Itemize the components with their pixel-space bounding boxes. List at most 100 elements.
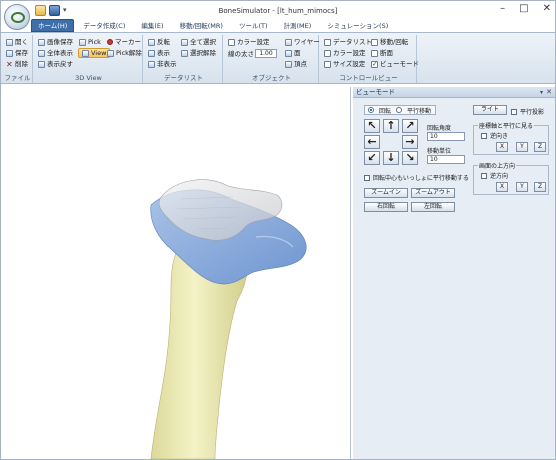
axis-x-button[interactable]: X — [496, 142, 508, 152]
hide-button[interactable]: 非表示 — [148, 59, 177, 69]
tab-measure[interactable]: 計測(ME) — [277, 19, 319, 32]
toggle-color-setting[interactable]: カラー設定 — [324, 48, 366, 58]
rotate-right-button[interactable]: 右回転 — [364, 202, 408, 212]
toggle-datalist[interactable]: データリスト — [324, 37, 372, 47]
pick-release-button[interactable]: Pick解除 — [107, 48, 142, 58]
up-reverse-option[interactable]: 逆方向 — [481, 171, 508, 180]
tab-data-create[interactable]: データ作成(C) — [76, 19, 132, 32]
toggle-view-mode[interactable]: ビューモード — [371, 59, 419, 69]
up-z-button[interactable]: Z — [534, 182, 546, 192]
minimize-button[interactable]: – — [500, 3, 505, 14]
delete-button[interactable]: ✕ 削除 — [6, 59, 28, 69]
save-image-button[interactable]: 画像保存 — [38, 37, 73, 47]
tab-edit[interactable]: 編集(E) — [134, 19, 170, 32]
up-x-button[interactable]: X — [496, 182, 508, 192]
arrow-right-button[interactable]: → — [402, 135, 418, 149]
hide-icon — [148, 60, 155, 68]
color-setting-button[interactable]: カラー設定 — [228, 37, 270, 47]
3d-viewport[interactable] — [1, 87, 351, 459]
group-label-file: ファイル — [4, 74, 31, 82]
panel-pin-icon[interactable]: ▾ — [540, 87, 543, 98]
tab-simulation[interactable]: シミュレーション(S) — [320, 19, 395, 32]
maximize-button[interactable]: □ — [519, 3, 528, 14]
group-control-view: データリスト カラー設定 サイズ設定 移動/回転 断面 ビューモード コントロー… — [321, 35, 419, 83]
toggle-move-rotate[interactable]: 移動/回転 — [371, 37, 408, 47]
ribbon: 開く 保存 ✕ 削除 ファイル 画像保存 全体表示 表示戻す Pick View … — [1, 32, 555, 84]
view-mode-panel: ビューモード ▾ ✕ 回転 平行移動 ↖ ↑ ↗ ← → ↙ ↓ ↘ 回転角度 … — [353, 87, 555, 459]
move-unit-label: 移動単位 — [427, 148, 452, 155]
window-title: BoneSimulator - [lt_hum_mimocs] — [218, 7, 338, 15]
tab-tools[interactable]: ツール(T) — [232, 19, 275, 32]
datalist-checkbox[interactable] — [324, 38, 331, 46]
line-size-input[interactable]: 1.00 — [255, 49, 277, 58]
invert-button[interactable]: 反転 — [148, 37, 170, 47]
show-icon — [148, 49, 155, 57]
section-checkbox[interactable] — [371, 49, 378, 57]
parallel-projection-checkbox[interactable] — [511, 108, 517, 115]
arrow-up-right-button[interactable]: ↗ — [402, 119, 418, 133]
face-button[interactable]: 面 — [285, 48, 301, 58]
rotate-center-option[interactable]: 回転中心もいっしょに平行移動する — [364, 173, 469, 182]
panel-close-icon[interactable]: ✕ — [546, 87, 552, 98]
radio-translate[interactable] — [396, 107, 403, 113]
toggle-size-setting[interactable]: サイズ設定 — [324, 59, 365, 69]
group-label-3d-view: 3D View — [75, 74, 102, 82]
view-icon — [82, 49, 89, 57]
up-reverse-checkbox[interactable] — [481, 172, 487, 179]
zoom-out-button[interactable]: ズームアウト — [411, 188, 455, 198]
title-bar: ▾ BoneSimulator - [lt_hum_mimocs] – □ ✕ — [1, 1, 555, 30]
open-button[interactable]: 開く — [6, 37, 28, 47]
move-unit-input[interactable]: 10 — [427, 155, 465, 164]
screen-up-title: 画面の上方向 — [478, 161, 517, 170]
tab-home[interactable]: ホーム(H) — [31, 19, 75, 32]
up-y-button[interactable]: Y — [516, 182, 528, 192]
show-all-button[interactable]: 全体表示 — [38, 48, 73, 58]
marker-dot-icon — [107, 39, 113, 45]
axis-reverse-checkbox[interactable] — [481, 132, 487, 139]
axis-z-button[interactable]: Z — [534, 142, 546, 152]
axis-parallel-title: 座標軸と平行に見る — [478, 121, 535, 130]
radio-rotate[interactable] — [368, 107, 374, 113]
marker-button[interactable]: マーカー — [107, 37, 141, 47]
zoom-in-button[interactable]: ズームイン — [364, 188, 408, 198]
color-setting-ctl-checkbox[interactable] — [324, 49, 331, 57]
view-mode-checkbox[interactable] — [371, 59, 378, 69]
axis-reverse-option[interactable]: 逆向き — [481, 131, 508, 140]
select-all-button[interactable]: 全て選択 — [181, 37, 216, 47]
restore-view-button[interactable]: 表示戻す — [38, 59, 73, 69]
rotate-angle-label: 回転角度 — [427, 125, 452, 132]
image-icon — [38, 38, 45, 46]
vertex-button[interactable]: 頂点 — [285, 59, 307, 69]
arrow-up-left-button[interactable]: ↖ — [364, 119, 380, 133]
rotate-left-button[interactable]: 左回転 — [411, 202, 455, 212]
app-menu-button[interactable] — [4, 4, 30, 30]
pick-button[interactable]: Pick — [79, 37, 101, 47]
open-icon — [6, 38, 13, 46]
rotate-center-checkbox[interactable] — [364, 174, 370, 181]
wire-button[interactable]: ワイヤー — [285, 37, 320, 47]
arrow-down-left-button[interactable]: ↙ — [364, 151, 380, 165]
size-setting-checkbox[interactable] — [324, 60, 331, 68]
window-controls: – □ ✕ — [500, 3, 551, 14]
ribbon-tabs: ホーム(H) データ作成(C) 編集(E) 移動/回転(MR) ツール(T) 計… — [31, 19, 395, 32]
view-button[interactable]: View — [78, 48, 111, 58]
show-button[interactable]: 表示 — [148, 48, 170, 58]
parallel-projection-option[interactable]: 平行投影 — [511, 107, 544, 116]
light-button[interactable]: ライト — [473, 105, 507, 115]
close-button[interactable]: ✕ — [543, 3, 551, 14]
arrow-left-button[interactable]: ← — [364, 135, 380, 149]
save-button[interactable]: 保存 — [6, 48, 28, 58]
axis-y-button[interactable]: Y — [516, 142, 528, 152]
deselect-button[interactable]: 選択解除 — [181, 48, 216, 58]
arrow-down-button[interactable]: ↓ — [383, 151, 399, 165]
arrow-down-right-button[interactable]: ↘ — [402, 151, 418, 165]
move-rotate-checkbox[interactable] — [371, 38, 378, 46]
rotate-angle-input[interactable]: 10 — [427, 132, 465, 141]
tab-move-rotate[interactable]: 移動/回転(MR) — [173, 19, 230, 32]
arrow-up-button[interactable]: ↑ — [383, 119, 399, 133]
group-label-object: オブジェクト — [252, 74, 291, 82]
color-setting-checkbox[interactable] — [228, 38, 235, 46]
group-label-data-list: データリスト — [164, 74, 203, 82]
toggle-section[interactable]: 断面 — [371, 48, 393, 58]
vertex-icon — [285, 60, 292, 68]
